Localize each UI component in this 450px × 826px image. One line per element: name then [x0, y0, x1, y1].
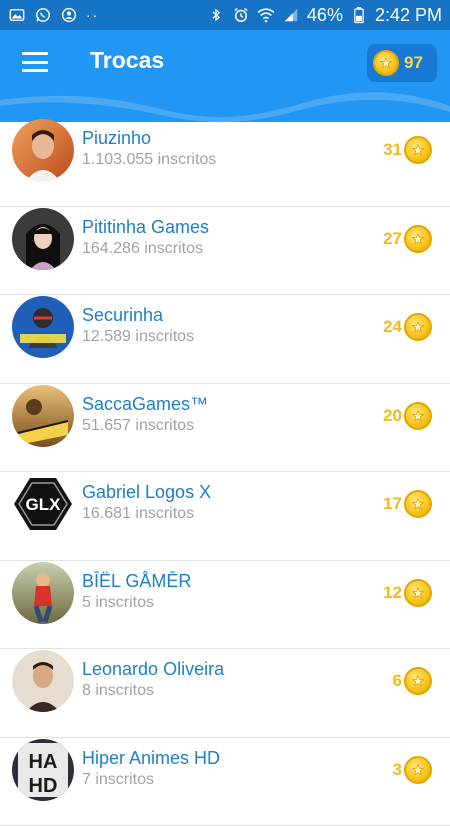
channel-list: Piuzinho 1.103.055 inscritos 31 Pititinh…	[0, 118, 450, 826]
avatar	[12, 296, 74, 358]
coin-icon	[404, 490, 432, 518]
avatar	[12, 562, 74, 624]
bluetooth-icon	[207, 6, 225, 24]
channel-name: SaccaGames™	[82, 394, 208, 415]
avatar: GLX	[12, 473, 74, 535]
coin-balance-value: 97	[404, 53, 423, 73]
coin-icon	[404, 667, 432, 695]
battery-percent: 46%	[307, 5, 343, 26]
channel-name: Leonardo Oliveira	[82, 659, 224, 680]
coin-icon	[404, 313, 432, 341]
coin-balance[interactable]: 97	[367, 44, 437, 82]
coin-icon	[404, 225, 432, 253]
points-value: 3	[393, 760, 402, 780]
channel-subscribers: 51.657 inscritos	[82, 417, 194, 435]
channel-subscribers: 164.286 inscritos	[82, 240, 203, 258]
coin-icon	[373, 50, 399, 76]
channel-points: 6	[393, 667, 432, 695]
status-bar: ·· 46% 2:42 PM	[0, 0, 450, 30]
points-value: 20	[383, 406, 402, 426]
wifi-icon	[257, 6, 275, 24]
list-item[interactable]: HA HD Hiper Animes HD 7 inscritos 3	[0, 738, 450, 826]
coin-icon	[404, 579, 432, 607]
signal-icon	[282, 6, 300, 24]
channel-subscribers: 12.589 inscritos	[82, 328, 194, 346]
channel-subscribers: 5 inscritos	[82, 594, 154, 612]
menu-icon-line	[22, 61, 48, 64]
status-right: 46% 2:42 PM	[207, 5, 442, 26]
channel-name: Gabriel Logos X	[82, 482, 211, 503]
whatsapp-icon	[34, 6, 52, 24]
list-item[interactable]: SaccaGames™ 51.657 inscritos 20	[0, 384, 450, 473]
points-value: 17	[383, 494, 402, 514]
channel-points: 27	[383, 225, 432, 253]
avatar	[12, 208, 74, 270]
list-item[interactable]: BĪËL GÅMĒR 5 inscritos 12	[0, 561, 450, 650]
menu-icon-line	[22, 52, 48, 55]
avatar-logo-text: GLX	[26, 495, 62, 514]
alarm-icon	[232, 6, 250, 24]
more-notifications-icon: ··	[86, 7, 99, 23]
page-title: Trocas	[90, 47, 164, 74]
clock: 2:42 PM	[375, 5, 442, 26]
channel-subscribers: 16.681 inscritos	[82, 505, 194, 523]
list-item[interactable]: Piuzinho 1.103.055 inscritos 31	[0, 118, 450, 207]
points-value: 6	[393, 671, 402, 691]
channel-name: Pititinha Games	[82, 217, 209, 238]
channel-points: 24	[383, 313, 432, 341]
avatar-logo-text: HD	[29, 775, 58, 797]
list-item[interactable]: Pititinha Games 164.286 inscritos 27	[0, 207, 450, 296]
channel-name: Hiper Animes HD	[82, 748, 220, 769]
channel-points: 17	[383, 490, 432, 518]
channel-name: Securinha	[82, 305, 163, 326]
channel-subscribers: 1.103.055 inscritos	[82, 151, 216, 169]
account-icon	[60, 6, 78, 24]
channel-subscribers: 7 inscritos	[82, 771, 154, 789]
battery-icon	[350, 6, 368, 24]
channel-points: 20	[383, 402, 432, 430]
avatar	[12, 119, 74, 181]
status-left: ··	[8, 6, 99, 24]
avatar-logo-text: HA	[29, 751, 58, 773]
list-item[interactable]: GLX Gabriel Logos X 16.681 inscritos 17	[0, 472, 450, 561]
points-value: 27	[383, 229, 402, 249]
channel-subscribers: 8 inscritos	[82, 682, 154, 700]
points-value: 24	[383, 317, 402, 337]
avatar: HA HD	[12, 739, 74, 801]
channel-points: 3	[393, 756, 432, 784]
photos-icon	[8, 6, 26, 24]
channel-points: 12	[383, 579, 432, 607]
avatar	[12, 385, 74, 447]
points-value: 12	[383, 583, 402, 603]
list-item[interactable]: Leonardo Oliveira 8 inscritos 6	[0, 649, 450, 738]
list-item[interactable]: Securinha 12.589 inscritos 24	[0, 295, 450, 384]
coin-icon	[404, 756, 432, 784]
menu-button[interactable]	[20, 50, 50, 74]
channel-points: 31	[383, 136, 432, 164]
coin-icon	[404, 402, 432, 430]
menu-icon-line	[22, 69, 48, 72]
channel-name: BĪËL GÅMĒR	[82, 571, 191, 592]
coin-icon	[404, 136, 432, 164]
points-value: 31	[383, 140, 402, 160]
channel-name: Piuzinho	[82, 128, 151, 149]
avatar	[12, 650, 74, 712]
